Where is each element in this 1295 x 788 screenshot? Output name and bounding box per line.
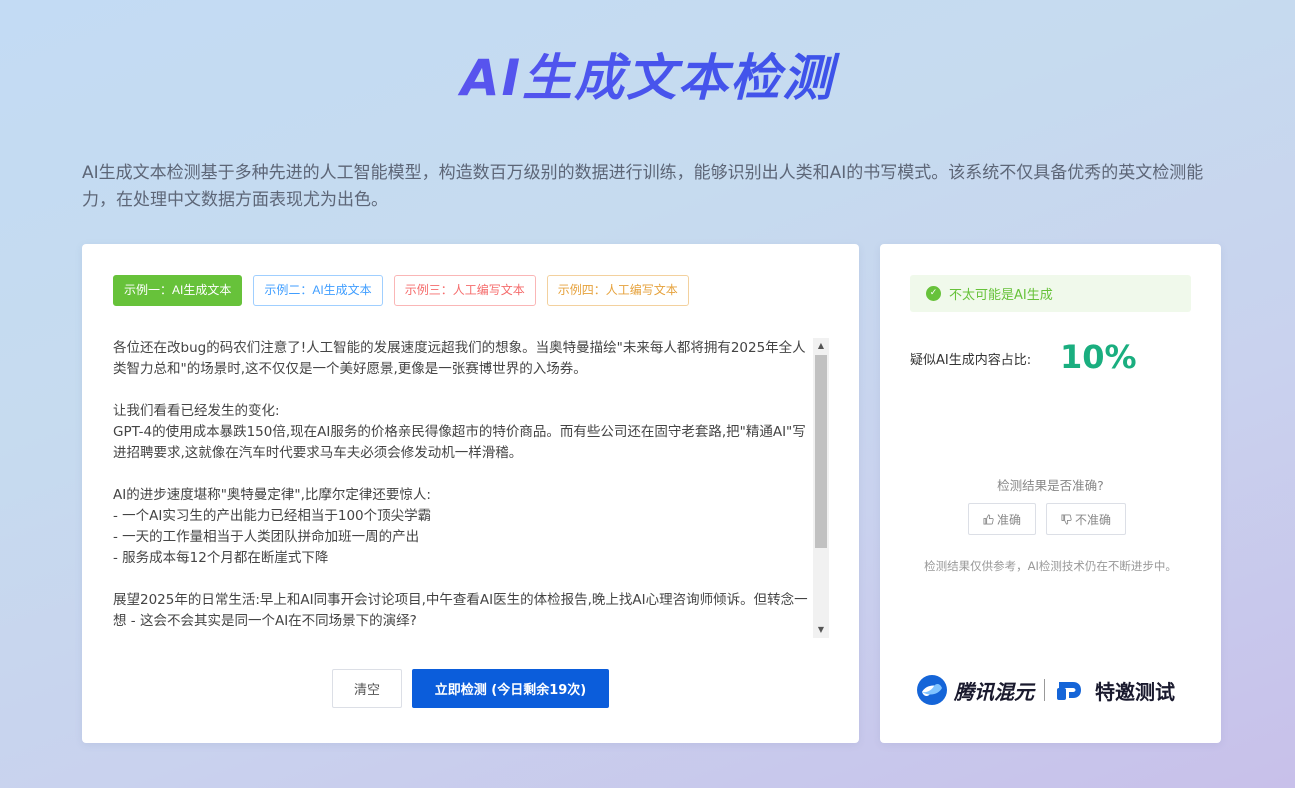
brand-name-hunyuan: 腾讯混元 — [954, 679, 1034, 704]
example-1-button[interactable]: 示例一：AI生成文本 — [113, 275, 243, 306]
check-circle-icon: ✓ — [926, 286, 941, 301]
feedback-question: 检测结果是否准确? — [997, 478, 1104, 493]
brand-divider — [1044, 679, 1045, 701]
brand-name-invite-test: 特邀测试 — [1095, 679, 1175, 704]
example-4-button[interactable]: 示例四：人工编写文本 — [546, 275, 689, 306]
scroll-down-arrow-icon[interactable]: ▼ — [813, 622, 829, 638]
inaccurate-label: 不准确 — [1075, 512, 1112, 527]
result-panel: ✓ 不太可能是AI生成 疑似AI生成内容占比: 10% 检测结果是否准确? 准确… — [880, 244, 1221, 743]
ratio-value: 10% — [1060, 338, 1137, 376]
hunyuan-logo-icon — [917, 675, 947, 705]
invite-test-logo-icon — [1057, 682, 1081, 700]
detect-button[interactable]: 立即检测 (今日剩余19次) — [412, 669, 609, 708]
thumbs-down-icon — [1061, 514, 1072, 524]
text-input[interactable]: 各位还在改bug的码农们注意了!人工智能的发展速度远超我们的想象。当奥特曼描绘"… — [113, 338, 809, 638]
clear-button[interactable]: 清空 — [332, 669, 402, 708]
page-title: AI生成文本检测 — [0, 46, 1295, 110]
action-buttons: 清空 立即检测 (今日剩余19次) — [332, 669, 609, 708]
scroll-thumb[interactable] — [815, 355, 827, 548]
example-3-button[interactable]: 示例三：人工编写文本 — [393, 275, 536, 306]
accurate-button[interactable]: 准确 — [968, 503, 1037, 535]
ratio-label: 疑似AI生成内容占比: — [910, 353, 1032, 368]
disclaimer-note: 检测结果仅供参考，AI检测技术仍在不断进步中。 — [924, 559, 1177, 573]
example-buttons: 示例一：AI生成文本 示例二：AI生成文本 示例三：人工编写文本 示例四：人工编… — [113, 275, 689, 306]
brand-footer: 腾讯混元 特邀测试 — [916, 674, 1175, 706]
example-2-button[interactable]: 示例二：AI生成文本 — [253, 275, 383, 306]
feedback-buttons: 准确 不准确 — [968, 503, 1127, 535]
text-input-area[interactable]: 各位还在改bug的码农们注意了!人工智能的发展速度远超我们的想象。当奥特曼描绘"… — [113, 338, 829, 638]
inaccurate-button[interactable]: 不准确 — [1046, 503, 1127, 535]
accurate-label: 准确 — [997, 512, 1022, 527]
text-scrollbar[interactable]: ▲ ▼ — [813, 338, 829, 638]
status-badge: ✓ 不太可能是AI生成 — [910, 275, 1191, 312]
status-text: 不太可能是AI生成 — [949, 288, 1053, 303]
thumbs-up-icon — [983, 514, 994, 524]
page-description: AI生成文本检测基于多种先进的人工智能模型，构造数百万级别的数据进行训练，能够识… — [82, 163, 1204, 210]
input-panel: 示例一：AI生成文本 示例二：AI生成文本 示例三：人工编写文本 示例四：人工编… — [82, 244, 859, 743]
scroll-up-arrow-icon[interactable]: ▲ — [813, 338, 829, 354]
